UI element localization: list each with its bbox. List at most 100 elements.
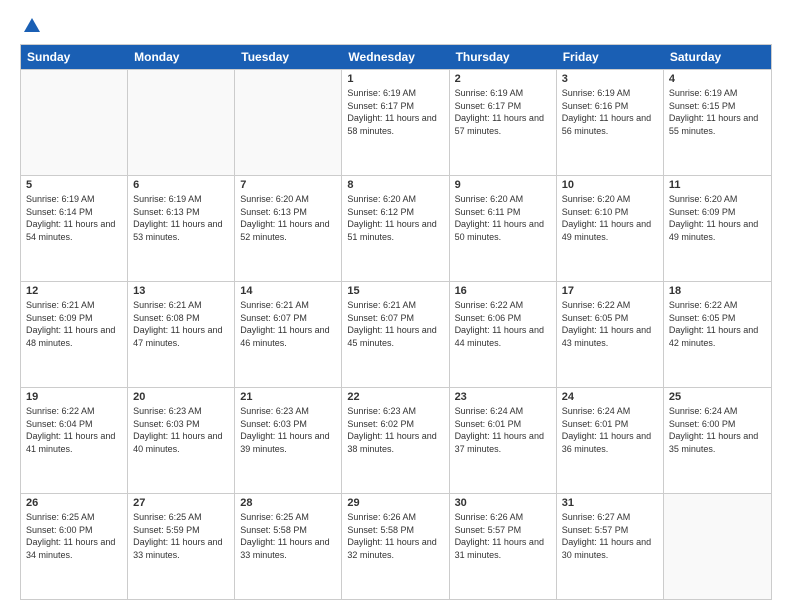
logo (20, 16, 42, 36)
cell-info: Sunrise: 6:27 AM Sunset: 5:57 PM Dayligh… (562, 511, 658, 561)
calendar-cell-empty (235, 70, 342, 175)
cell-info: Sunrise: 6:19 AM Sunset: 6:15 PM Dayligh… (669, 87, 766, 137)
calendar-cell-empty (21, 70, 128, 175)
cell-info: Sunrise: 6:25 AM Sunset: 6:00 PM Dayligh… (26, 511, 122, 561)
day-number: 6 (133, 179, 229, 191)
calendar-cell-day-27: 27 Sunrise: 6:25 AM Sunset: 5:59 PM Dayli… (128, 494, 235, 599)
day-number: 14 (240, 285, 336, 297)
cell-info: Sunrise: 6:24 AM Sunset: 6:01 PM Dayligh… (455, 405, 551, 455)
calendar-cell-day-31: 31 Sunrise: 6:27 AM Sunset: 5:57 PM Dayli… (557, 494, 664, 599)
cell-info: Sunrise: 6:19 AM Sunset: 6:13 PM Dayligh… (133, 193, 229, 243)
day-number: 12 (26, 285, 122, 297)
weekday-header-monday: Monday (128, 45, 235, 69)
calendar-cell-day-4: 4 Sunrise: 6:19 AM Sunset: 6:15 PM Daylig… (664, 70, 771, 175)
calendar-cell-day-5: 5Sunrise: 6:19 AM Sunset: 6:14 PM Daylig… (21, 176, 128, 281)
weekday-header-tuesday: Tuesday (235, 45, 342, 69)
calendar-cell-day-22: 22Sunrise: 6:23 AM Sunset: 6:02 PM Dayli… (342, 388, 449, 493)
day-number: 26 (26, 497, 122, 509)
cell-info: Sunrise: 6:23 AM Sunset: 6:03 PM Dayligh… (133, 405, 229, 455)
calendar-cell-day-8: 8Sunrise: 6:20 AM Sunset: 6:12 PM Daylig… (342, 176, 449, 281)
calendar-cell-day-30: 30 Sunrise: 6:26 AM Sunset: 5:57 PM Dayli… (450, 494, 557, 599)
cell-info: Sunrise: 6:22 AM Sunset: 6:05 PM Dayligh… (562, 299, 658, 349)
calendar-cell-day-18: 18 Sunrise: 6:22 AM Sunset: 6:05 PM Dayli… (664, 282, 771, 387)
cell-info: Sunrise: 6:20 AM Sunset: 6:11 PM Dayligh… (455, 193, 551, 243)
cell-info: Sunrise: 6:20 AM Sunset: 6:13 PM Dayligh… (240, 193, 336, 243)
day-number: 3 (562, 73, 658, 85)
calendar-cell-day-29: 29Sunrise: 6:26 AM Sunset: 5:58 PM Dayli… (342, 494, 449, 599)
cell-info: Sunrise: 6:20 AM Sunset: 6:10 PM Dayligh… (562, 193, 658, 243)
calendar-cell-day-26: 26 Sunrise: 6:25 AM Sunset: 6:00 PM Dayli… (21, 494, 128, 599)
weekday-header-sunday: Sunday (21, 45, 128, 69)
calendar-row-3: 19 Sunrise: 6:22 AM Sunset: 6:04 PM Dayli… (21, 387, 771, 493)
day-number: 18 (669, 285, 766, 297)
cell-info: Sunrise: 6:23 AM Sunset: 6:03 PM Dayligh… (240, 405, 336, 455)
day-number: 22 (347, 391, 443, 403)
day-number: 21 (240, 391, 336, 403)
page: SundayMondayTuesdayWednesdayThursdayFrid… (0, 0, 792, 612)
cell-info: Sunrise: 6:24 AM Sunset: 6:00 PM Dayligh… (669, 405, 766, 455)
day-number: 19 (26, 391, 122, 403)
day-number: 30 (455, 497, 551, 509)
cell-info: Sunrise: 6:19 AM Sunset: 6:17 PM Dayligh… (455, 87, 551, 137)
calendar-cell-day-14: 14Sunrise: 6:21 AM Sunset: 6:07 PM Dayli… (235, 282, 342, 387)
day-number: 7 (240, 179, 336, 191)
weekday-header-friday: Friday (557, 45, 664, 69)
cell-info: Sunrise: 6:25 AM Sunset: 5:59 PM Dayligh… (133, 511, 229, 561)
calendar-cell-day-9: 9 Sunrise: 6:20 AM Sunset: 6:11 PM Daylig… (450, 176, 557, 281)
cell-info: Sunrise: 6:25 AM Sunset: 5:58 PM Dayligh… (240, 511, 336, 561)
calendar-cell-day-2: 2 Sunrise: 6:19 AM Sunset: 6:17 PM Daylig… (450, 70, 557, 175)
day-number: 10 (562, 179, 658, 191)
calendar-cell-day-23: 23Sunrise: 6:24 AM Sunset: 6:01 PM Dayli… (450, 388, 557, 493)
calendar-cell-day-28: 28 Sunrise: 6:25 AM Sunset: 5:58 PM Dayli… (235, 494, 342, 599)
calendar-cell-day-13: 13 Sunrise: 6:21 AM Sunset: 6:08 PM Dayli… (128, 282, 235, 387)
calendar-cell-day-19: 19 Sunrise: 6:22 AM Sunset: 6:04 PM Dayli… (21, 388, 128, 493)
header (20, 16, 772, 36)
calendar-row-1: 5Sunrise: 6:19 AM Sunset: 6:14 PM Daylig… (21, 175, 771, 281)
day-number: 29 (347, 497, 443, 509)
calendar-cell-day-11: 11 Sunrise: 6:20 AM Sunset: 6:09 PM Dayli… (664, 176, 771, 281)
cell-info: Sunrise: 6:19 AM Sunset: 6:14 PM Dayligh… (26, 193, 122, 243)
cell-info: Sunrise: 6:20 AM Sunset: 6:12 PM Dayligh… (347, 193, 443, 243)
day-number: 20 (133, 391, 229, 403)
calendar-cell-empty (664, 494, 771, 599)
calendar-row-4: 26 Sunrise: 6:25 AM Sunset: 6:00 PM Dayli… (21, 493, 771, 599)
cell-info: Sunrise: 6:21 AM Sunset: 6:08 PM Dayligh… (133, 299, 229, 349)
calendar-body: 1 Sunrise: 6:19 AM Sunset: 6:17 PM Daylig… (21, 69, 771, 599)
calendar-cell-day-15: 15 Sunrise: 6:21 AM Sunset: 6:07 PM Dayli… (342, 282, 449, 387)
day-number: 11 (669, 179, 766, 191)
day-number: 2 (455, 73, 551, 85)
day-number: 27 (133, 497, 229, 509)
day-number: 15 (347, 285, 443, 297)
day-number: 25 (669, 391, 766, 403)
weekday-header-thursday: Thursday (450, 45, 557, 69)
cell-info: Sunrise: 6:20 AM Sunset: 6:09 PM Dayligh… (669, 193, 766, 243)
cell-info: Sunrise: 6:19 AM Sunset: 6:16 PM Dayligh… (562, 87, 658, 137)
calendar: SundayMondayTuesdayWednesdayThursdayFrid… (20, 44, 772, 600)
cell-info: Sunrise: 6:26 AM Sunset: 5:57 PM Dayligh… (455, 511, 551, 561)
calendar-cell-day-16: 16 Sunrise: 6:22 AM Sunset: 6:06 PM Dayli… (450, 282, 557, 387)
day-number: 13 (133, 285, 229, 297)
calendar-cell-day-7: 7 Sunrise: 6:20 AM Sunset: 6:13 PM Daylig… (235, 176, 342, 281)
day-number: 31 (562, 497, 658, 509)
day-number: 16 (455, 285, 551, 297)
calendar-cell-day-20: 20 Sunrise: 6:23 AM Sunset: 6:03 PM Dayli… (128, 388, 235, 493)
day-number: 4 (669, 73, 766, 85)
day-number: 9 (455, 179, 551, 191)
calendar-cell-day-25: 25 Sunrise: 6:24 AM Sunset: 6:00 PM Dayli… (664, 388, 771, 493)
cell-info: Sunrise: 6:21 AM Sunset: 6:07 PM Dayligh… (347, 299, 443, 349)
day-number: 1 (347, 73, 443, 85)
cell-info: Sunrise: 6:22 AM Sunset: 6:06 PM Dayligh… (455, 299, 551, 349)
calendar-cell-day-3: 3 Sunrise: 6:19 AM Sunset: 6:16 PM Daylig… (557, 70, 664, 175)
weekday-header-saturday: Saturday (664, 45, 771, 69)
day-number: 28 (240, 497, 336, 509)
cell-info: Sunrise: 6:22 AM Sunset: 6:05 PM Dayligh… (669, 299, 766, 349)
calendar-cell-day-21: 21 Sunrise: 6:23 AM Sunset: 6:03 PM Dayli… (235, 388, 342, 493)
logo-icon (22, 16, 42, 36)
cell-info: Sunrise: 6:22 AM Sunset: 6:04 PM Dayligh… (26, 405, 122, 455)
cell-info: Sunrise: 6:21 AM Sunset: 6:09 PM Dayligh… (26, 299, 122, 349)
cell-info: Sunrise: 6:19 AM Sunset: 6:17 PM Dayligh… (347, 87, 443, 137)
calendar-cell-day-6: 6 Sunrise: 6:19 AM Sunset: 6:13 PM Daylig… (128, 176, 235, 281)
calendar-row-0: 1 Sunrise: 6:19 AM Sunset: 6:17 PM Daylig… (21, 69, 771, 175)
calendar-cell-day-12: 12 Sunrise: 6:21 AM Sunset: 6:09 PM Dayli… (21, 282, 128, 387)
cell-info: Sunrise: 6:24 AM Sunset: 6:01 PM Dayligh… (562, 405, 658, 455)
